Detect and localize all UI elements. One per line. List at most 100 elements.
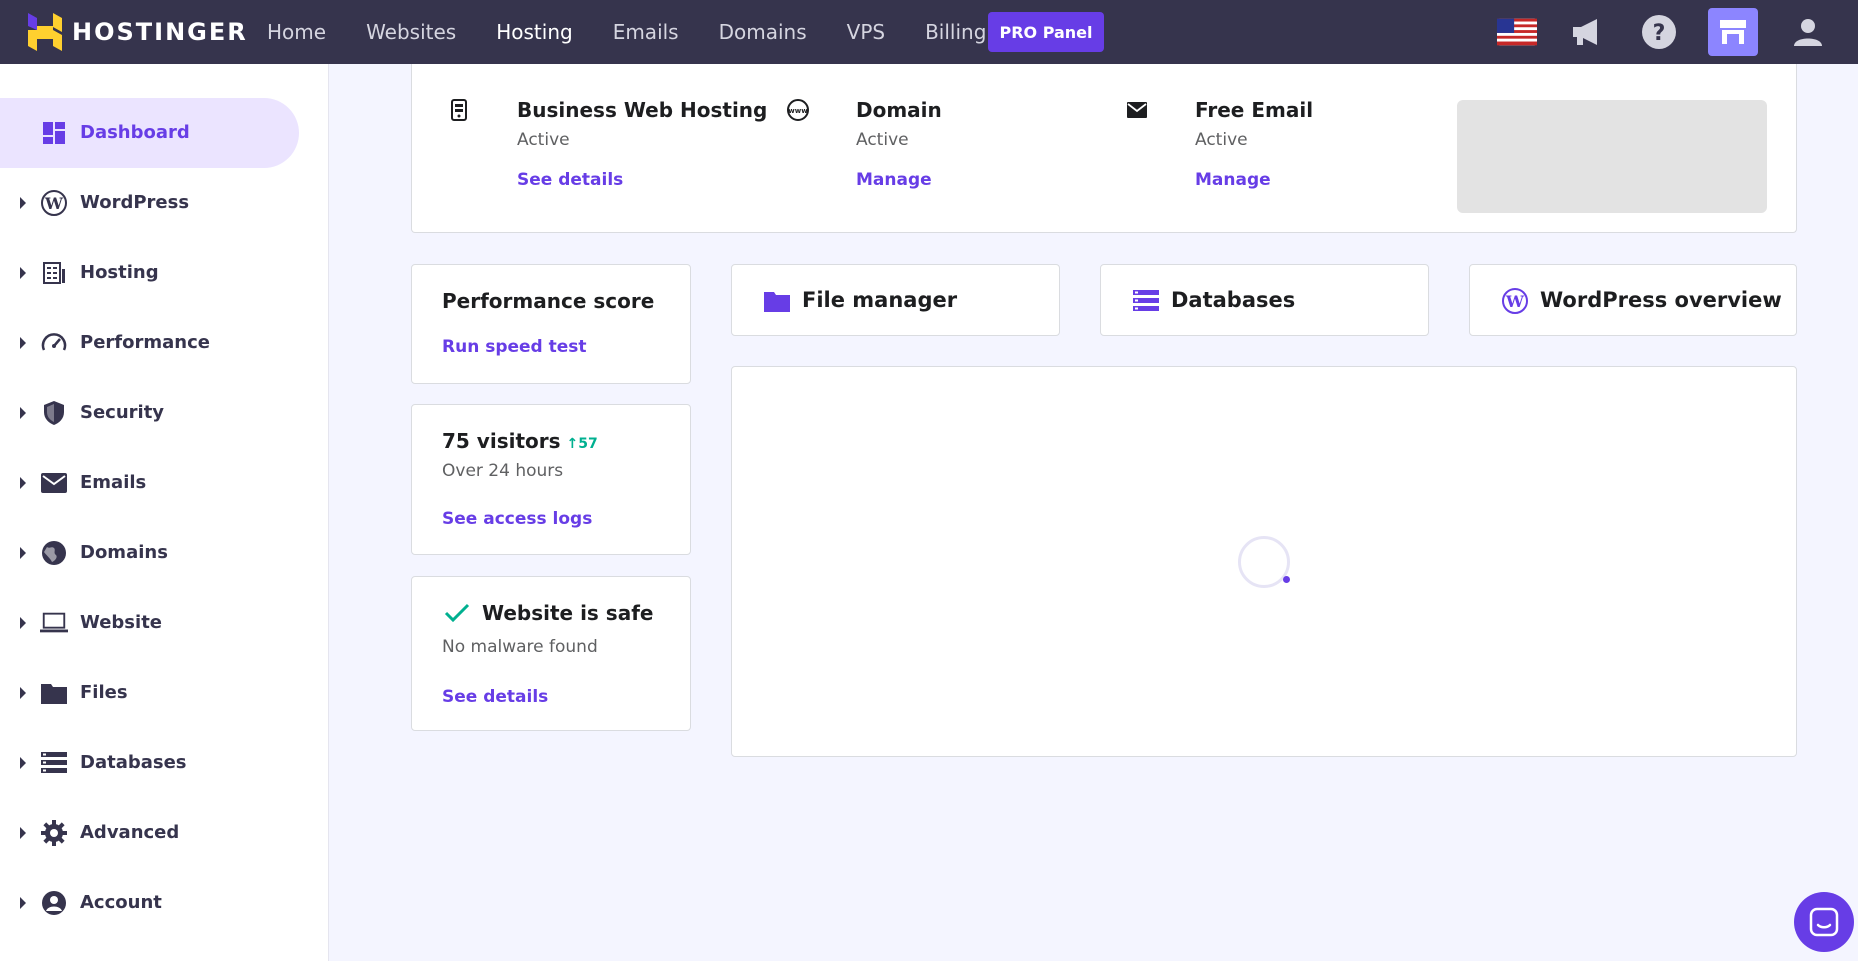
sidebar-item-security[interactable]: Security <box>0 378 300 448</box>
account-icon <box>40 889 68 917</box>
sidebar-item-website[interactable]: Website <box>0 588 300 658</box>
chat-icon <box>1809 907 1839 937</box>
top-navigation-bar: HOSTINGER Home Websites Hosting Emails D… <box>0 0 1858 64</box>
server-icon <box>447 98 471 122</box>
sidebar-item-label: Dashboard <box>80 122 190 143</box>
see-access-logs-link[interactable]: See access logs <box>442 509 592 529</box>
chat-button[interactable] <box>1794 892 1854 952</box>
safety-see-details-link[interactable]: See details <box>442 687 548 707</box>
chevron-right-icon <box>20 897 26 909</box>
shield-icon <box>40 399 68 427</box>
sidebar-item-label: Emails <box>80 472 147 493</box>
hosting-see-details-link[interactable]: See details <box>517 170 623 190</box>
quick-link-label: Databases <box>1171 288 1296 312</box>
nav-vps[interactable]: VPS <box>847 20 885 44</box>
nav-hosting[interactable]: Hosting <box>496 20 572 44</box>
www-icon: www <box>786 98 810 122</box>
hostinger-logo-icon <box>28 13 62 51</box>
sidebar-item-databases[interactable]: Databases <box>0 728 300 798</box>
chevron-right-icon <box>20 267 26 279</box>
mail-icon <box>1125 98 1149 122</box>
sidebar-item-dashboard[interactable]: Dashboard <box>0 98 299 168</box>
quick-link-label: File manager <box>802 288 958 312</box>
domain-manage-link[interactable]: Manage <box>856 170 932 190</box>
gear-icon <box>40 819 68 847</box>
sidebar-item-advanced[interactable]: Advanced <box>0 798 300 868</box>
account-menu-button[interactable] <box>1788 12 1828 52</box>
hostinger-logo[interactable]: HOSTINGER <box>28 13 248 51</box>
visitors-card: 75 visitors ↑57 Over 24 hours See access … <box>411 404 691 555</box>
dashboard-icon <box>40 119 68 147</box>
chevron-right-icon <box>20 407 26 419</box>
wordpress-icon: W <box>1502 288 1528 314</box>
svg-text:W: W <box>44 194 64 213</box>
help-button[interactable]: ? <box>1639 12 1679 52</box>
chevron-right-icon <box>20 477 26 489</box>
sidebar-item-emails[interactable]: Emails <box>0 448 300 518</box>
chevron-right-icon <box>20 687 26 699</box>
nav-billing[interactable]: Billing <box>925 20 986 44</box>
wordpress-icon: W <box>40 189 68 217</box>
sidebar-item-label: Databases <box>80 752 187 773</box>
safety-title: Website is safe <box>482 601 654 625</box>
pro-panel-button[interactable]: PRO Panel <box>988 12 1104 52</box>
sidebar-item-label: Advanced <box>80 822 180 843</box>
us-flag-icon <box>1497 18 1537 46</box>
sidebar-item-label: Hosting <box>80 262 159 283</box>
help-icon: ? <box>1642 15 1676 49</box>
chevron-right-icon <box>20 827 26 839</box>
sidebar-item-files[interactable]: Files <box>0 658 300 728</box>
visitors-period: Over 24 hours <box>442 461 564 481</box>
sidebar-item-performance[interactable]: Performance <box>0 308 300 378</box>
file-manager-button[interactable]: File manager <box>731 264 1060 336</box>
sidebar-item-hosting[interactable]: Hosting <box>0 238 300 308</box>
service-title: Domain <box>856 98 942 122</box>
sidebar-item-label: Website <box>80 612 163 633</box>
sidebar: Dashboard W WordPress Hosting Performanc… <box>0 64 329 961</box>
sidebar-item-label: Account <box>80 892 162 913</box>
safety-sub: No malware found <box>442 637 598 657</box>
quick-link-label: WordPress overview <box>1540 288 1782 312</box>
nav-emails[interactable]: Emails <box>613 20 679 44</box>
sidebar-item-label: Domains <box>80 542 168 563</box>
laptop-icon <box>40 609 68 637</box>
chevron-right-icon <box>20 197 26 209</box>
svg-text:W: W <box>1505 292 1525 311</box>
globe-icon <box>40 539 68 567</box>
chevron-right-icon <box>20 757 26 769</box>
chevron-right-icon <box>20 617 26 629</box>
sidebar-item-account[interactable]: Account <box>0 868 300 938</box>
performance-title: Performance score <box>442 289 655 313</box>
database-icon <box>1133 289 1159 313</box>
megaphone-icon <box>1573 19 1597 45</box>
email-manage-link[interactable]: Manage <box>1195 170 1271 190</box>
sidebar-item-label: Security <box>80 402 165 423</box>
visitors-trend: ↑57 <box>566 436 598 452</box>
service-title: Free Email <box>1195 98 1314 122</box>
sidebar-item-wordpress[interactable]: W WordPress <box>0 168 300 238</box>
databases-button[interactable]: Databases <box>1100 264 1429 336</box>
sidebar-item-domains[interactable]: Domains <box>0 518 300 588</box>
run-speed-test-link[interactable]: Run speed test <box>442 337 587 357</box>
language-selector[interactable] <box>1497 12 1537 52</box>
gauge-icon <box>40 329 68 357</box>
security-status-card: Website is safe No malware found See det… <box>411 576 691 731</box>
wordpress-overview-button[interactable]: W WordPress overview <box>1469 264 1797 336</box>
folder-icon <box>40 679 68 707</box>
store-button[interactable] <box>1708 8 1758 56</box>
chevron-right-icon <box>20 547 26 559</box>
sidebar-item-label: Files <box>80 682 128 703</box>
performance-card: Performance score Run speed test <box>411 264 691 384</box>
nav-domains[interactable]: Domains <box>719 20 807 44</box>
nav-home[interactable]: Home <box>267 20 326 44</box>
service-status: Active <box>1195 130 1248 150</box>
svg-text:www: www <box>788 107 808 115</box>
arrow-up-icon: ↑ <box>566 436 579 452</box>
database-icon <box>40 749 68 777</box>
loading-spinner <box>1238 536 1290 588</box>
nav-websites[interactable]: Websites <box>366 20 456 44</box>
announcements-button[interactable] <box>1568 12 1608 52</box>
brand-name: HOSTINGER <box>72 18 248 46</box>
folder-icon <box>764 289 790 313</box>
service-title: Business Web Hosting <box>517 98 768 122</box>
